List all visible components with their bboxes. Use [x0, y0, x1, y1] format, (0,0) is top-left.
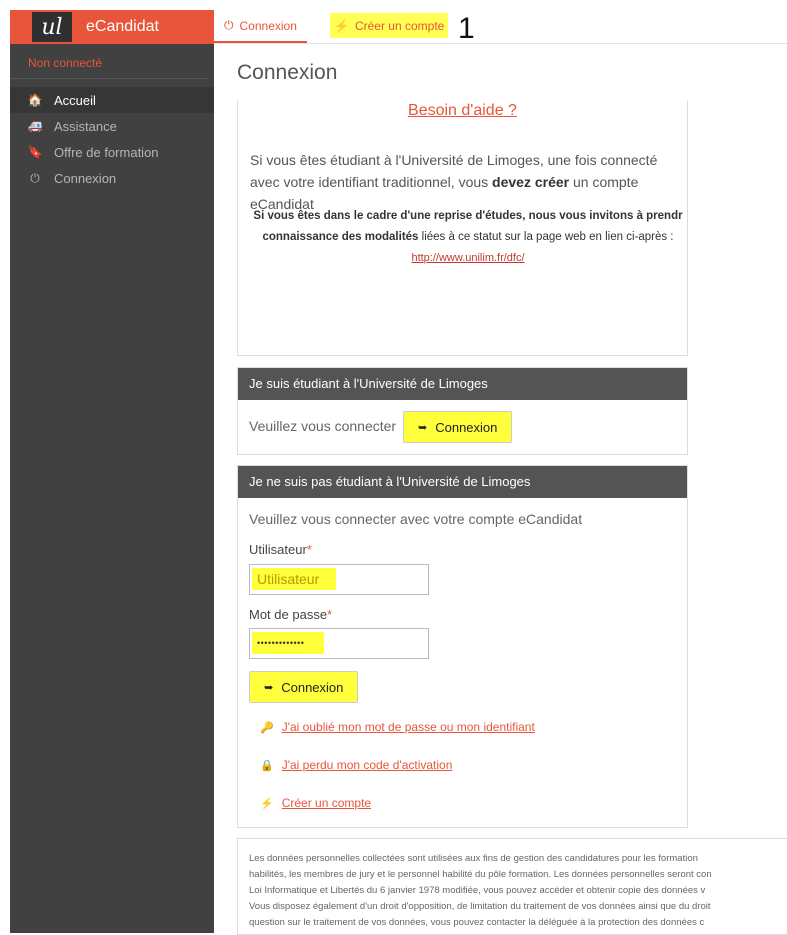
required-mark: * [327, 607, 333, 622]
page-title: Connexion [237, 61, 338, 84]
password-label: Mot de passe* [249, 607, 332, 622]
sidebar-item-offre-de-formation[interactable]: 🔖 Offre de formation [10, 139, 214, 165]
magic-wand-icon: ⚡ [260, 797, 274, 810]
username-input[interactable]: Utilisateur [249, 564, 429, 595]
sidebar-item-label: Accueil [54, 92, 96, 108]
ul-login-prompt: Veuillez vous connecter [249, 418, 397, 434]
sign-in-icon: ➥ [264, 681, 274, 694]
external-student-panel: Je ne suis pas étudiant à l'Université d… [237, 465, 688, 828]
privacy-text: Les données personnelles collectées sont… [249, 851, 787, 931]
key-icon: 🔑 [260, 721, 274, 734]
power-icon: ⏻ [30, 170, 40, 185]
help-title[interactable]: Besoin d'aide ? [238, 102, 687, 118]
label-text: Utilisateur [249, 542, 307, 557]
required-mark: * [306, 542, 312, 557]
ambulance-icon: 🚑 [27, 119, 43, 133]
username-label: Utilisateur* [249, 542, 312, 557]
notice-text: liées à ce statut sur la page web en lie… [418, 231, 674, 243]
forgot-password-link[interactable]: 🔑 J'ai oublié mon mot de passe ou mon id… [260, 720, 535, 734]
tab-creer-un-compte[interactable]: ⚡ Créer un compte [330, 13, 449, 38]
username-placeholder: Utilisateur [252, 568, 336, 590]
sidebar-item-label: Assistance [54, 118, 117, 134]
connection-status: Non connecté [10, 44, 208, 79]
button-label: Connexion [281, 679, 344, 695]
help-panel: Besoin d'aide ? Si vous êtes étudiant à … [237, 100, 688, 356]
sidebar-item-label: Offre de formation [54, 144, 159, 160]
ul-connexion-button[interactable]: ➥ Connexion [403, 411, 513, 443]
top-navigation: ⏻ Connexion ⚡ Créer un compte [214, 10, 787, 44]
lost-activation-code-link[interactable]: 🔒 J'ai perdu mon code d'activation [260, 758, 452, 772]
notice-line: Si vous êtes dans le cadre d'une reprise… [253, 210, 683, 222]
ext-connexion-button[interactable]: ➥ Connexion [249, 671, 359, 703]
link-label: J'ai perdu mon code d'activation [281, 758, 453, 772]
password-value: ••••••••••••• [252, 632, 324, 654]
dfc-link[interactable]: http://www.unilim.fr/dfc/ [411, 252, 524, 264]
brand-header[interactable]: ul eCandidat [10, 10, 214, 44]
home-icon: 🏠 [27, 93, 43, 107]
sign-in-icon: ➥ [418, 421, 428, 434]
notice-bold: connaissance des modalités [262, 231, 419, 243]
link-label: J'ai oublié mon mot de passe ou mon iden… [281, 720, 535, 734]
notice-line: http://www.unilim.fr/dfc/ [250, 248, 686, 269]
help-text-bold: devez créer [492, 174, 570, 190]
privacy-notice: Les données personnelles collectées sont… [237, 838, 787, 935]
sidebar-item-accueil[interactable]: 🏠 Accueil [10, 87, 214, 113]
panel-title: Je suis étudiant à l'Université de Limog… [238, 368, 687, 400]
link-label: Créer un compte [281, 796, 372, 810]
sidebar-item-assistance[interactable]: 🚑 Assistance [10, 113, 214, 139]
annotation-1: 1 [458, 12, 475, 45]
privacy-line: Les données personnelles collectées sont… [249, 853, 698, 864]
label-text: Mot de passe [249, 607, 328, 622]
panel-title: Je ne suis pas étudiant à l'Université d… [238, 466, 687, 498]
sidebar-item-connexion[interactable]: ⏻ Connexion [10, 165, 214, 191]
privacy-line: question sur le traitement de vos donnée… [249, 917, 705, 928]
privacy-line: Loi Informatique et Libertés du 6 janvie… [249, 885, 706, 896]
password-input[interactable]: ••••••••••••• [249, 628, 429, 659]
create-account-link[interactable]: ⚡ Créer un compte [260, 796, 371, 810]
tab-label: Connexion [239, 18, 297, 33]
sidebar-item-label: Connexion [54, 170, 117, 186]
notice-line: connaissance des modalités liées à ce st… [250, 227, 686, 248]
magic-wand-icon: ⚡ [334, 18, 349, 33]
button-label: Connexion [435, 419, 498, 435]
privacy-line: habilités, les membres de jury et le per… [249, 869, 712, 880]
power-icon: ⏻ [224, 18, 234, 32]
ul-student-panel: Je suis étudiant à l'Université de Limog… [237, 367, 688, 455]
privacy-line: Vous disposez également d'un droit d'opp… [249, 901, 711, 912]
bookmark-icon: 🔖 [27, 145, 43, 159]
tab-connexion[interactable]: ⏻ Connexion [214, 10, 307, 43]
ext-login-prompt: Veuillez vous connecter avec votre compt… [249, 511, 583, 527]
lock-icon: 🔒 [260, 759, 274, 772]
sidebar: ul eCandidat Non connecté 🏠 Accueil 🚑 As… [10, 10, 214, 933]
reprise-etudes-notice: Si vous êtes dans le cadre d'une reprise… [250, 206, 686, 269]
app-name: eCandidat [86, 18, 159, 35]
tab-label: Créer un compte [354, 18, 445, 33]
university-logo: ul [32, 12, 72, 42]
